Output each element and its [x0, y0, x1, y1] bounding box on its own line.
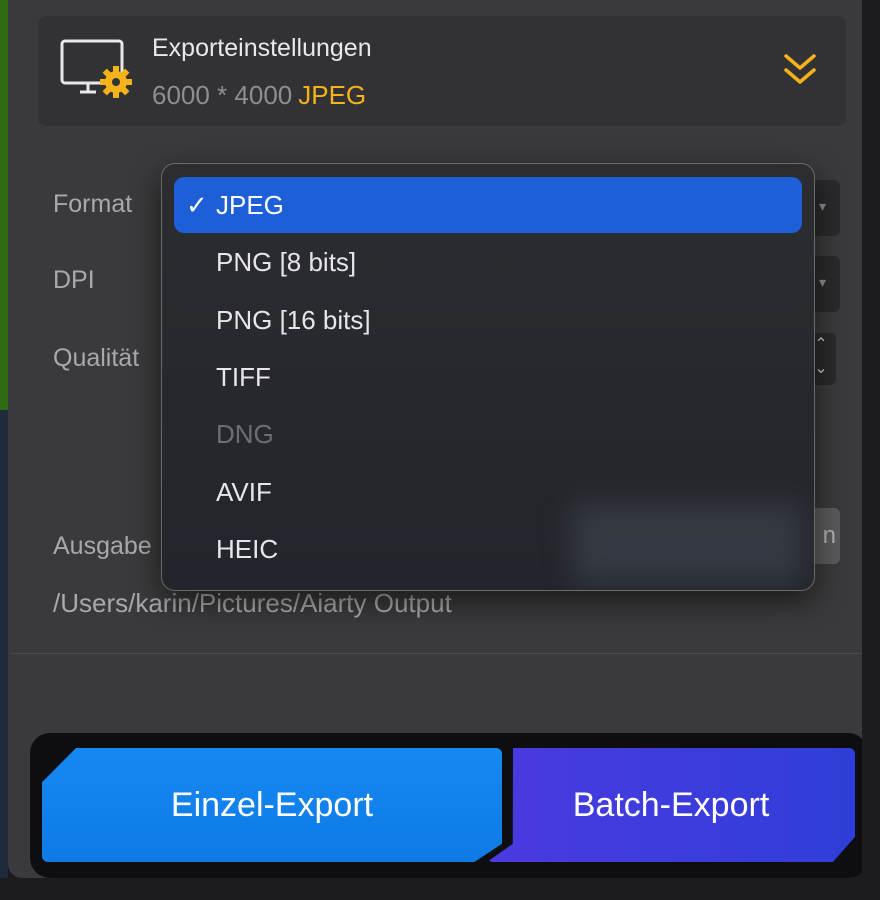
format-option-jpeg[interactable]: ✓ JPEG: [174, 177, 802, 233]
format-option-heic[interactable]: HEIC: [174, 521, 802, 577]
divider: [10, 653, 862, 654]
option-label: PNG [16 bits]: [216, 305, 371, 335]
option-label: AVIF: [216, 477, 272, 507]
output-path: /Users/karin/Pictures/Aiarty Output: [53, 588, 452, 618]
option-label: PNG [8 bits]: [216, 247, 357, 277]
header-resolution: 6000 * 4000: [152, 80, 293, 110]
quality-label: Qualität: [53, 344, 140, 372]
batch-export-button[interactable]: Batch-Export: [487, 748, 855, 862]
format-option-avif[interactable]: AVIF: [174, 464, 802, 520]
option-label: TIFF: [216, 362, 271, 392]
format-option-png-8[interactable]: PNG [8 bits]: [174, 234, 802, 290]
format-option-png-16[interactable]: PNG [16 bits]: [174, 292, 802, 348]
header-summary: 6000 * 4000 JPEG: [152, 80, 366, 111]
single-export-button[interactable]: Einzel-Export: [42, 748, 502, 862]
format-label: Format: [53, 190, 133, 218]
dpi-label: DPI: [53, 266, 95, 294]
checkmark-icon: ✓: [186, 190, 208, 220]
option-label: DNG: [216, 419, 274, 449]
background-image-strip: [0, 0, 8, 900]
option-label: HEIC: [216, 534, 279, 564]
output-label: Ausgabe: [53, 532, 152, 560]
monitor-settings-icon: [60, 39, 132, 98]
window-edge: [862, 0, 880, 900]
batch-export-label: Batch-Export: [572, 785, 770, 824]
format-option-dng: DNG: [174, 406, 802, 462]
window-edge-bottom: [0, 878, 880, 900]
format-option-tiff[interactable]: TIFF: [174, 349, 802, 405]
format-dropdown-menu: ✓ JPEG PNG [8 bits] PNG [16 bits] TIFF D…: [161, 163, 815, 591]
export-settings-header[interactable]: Exporteinstellungen 6000 * 4000 JPEG: [38, 16, 846, 126]
option-label: JPEG: [216, 190, 284, 220]
double-chevron-down-icon[interactable]: [780, 50, 820, 90]
single-export-label: Einzel-Export: [170, 785, 374, 824]
header-format: JPEG: [298, 80, 367, 110]
header-title: Exporteinstellungen: [152, 34, 372, 62]
